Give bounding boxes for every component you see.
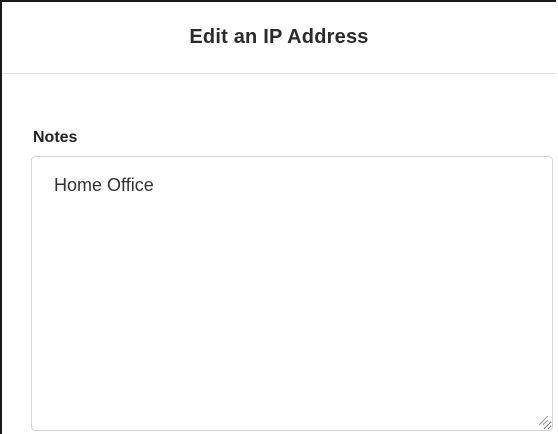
notes-label: Notes xyxy=(33,129,78,146)
edit-ip-dialog: Edit an IP Address Notes Home Office xyxy=(0,0,556,434)
dialog-title: Edit an IP Address xyxy=(189,26,369,48)
dialog-header: Edit an IP Address xyxy=(2,2,556,74)
notes-textarea[interactable]: Home Office xyxy=(31,156,553,431)
